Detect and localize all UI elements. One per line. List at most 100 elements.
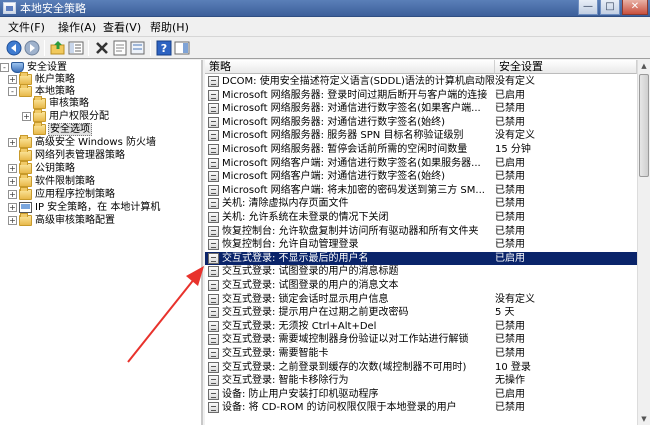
tree-item[interactable]: + 高级安全 Windows 防火墙 — [8, 135, 157, 149]
policy-row[interactable]: 交互式登录: 无须按 Ctrl+Alt+Del 已禁用 — [205, 320, 637, 334]
tree-item[interactable]: + 高级审核策略配置 — [8, 213, 116, 227]
policy-icon — [208, 293, 219, 305]
policy-row[interactable]: 交互式登录: 需要智能卡 已禁用 — [205, 347, 637, 361]
policy-icon — [208, 157, 219, 169]
policy-row[interactable]: 恢复控制台: 允许软盘复制并访问所有驱动器和所有文件夹 已禁用 — [205, 225, 637, 239]
policy-row[interactable]: Microsoft 网络客户端: 将未加密的密码发送到第三方 SM... 已禁用 — [205, 184, 637, 198]
policy-icon — [208, 144, 219, 155]
policy-row[interactable]: Microsoft 网络客户端: 对通信进行数字签名(如果服务器... 已启用 — [205, 157, 637, 171]
policy-row[interactable]: Microsoft 网络服务器: 对通信进行数字签名(如果客户端... 已禁用 — [205, 102, 637, 116]
policy-setting: 5 天 — [495, 307, 515, 319]
folder-icon — [19, 84, 32, 97]
policy-icon — [208, 280, 219, 291]
policy-row[interactable]: 交互式登录: 提示用户在过期之前更改密码 5 天 — [205, 306, 637, 320]
folder-icon — [33, 122, 46, 135]
show-tree-icon[interactable] — [68, 40, 84, 56]
policy-row[interactable]: Microsoft 网络服务器: 登录时间过期后断开与客户端的连接 已启用 — [205, 89, 637, 103]
policy-row[interactable]: 关机: 允许系统在未登录的情况下关闭 已禁用 — [205, 211, 637, 225]
policy-row[interactable]: 交互式登录: 需要域控制器身份验证以对工作站进行解锁 已禁用 — [205, 333, 637, 347]
export-list-icon[interactable] — [130, 40, 146, 56]
policy-icon — [208, 89, 219, 101]
policy-name: Microsoft 网络客户端: 对通信进行数字签名(如果服务器... — [222, 157, 481, 169]
policy-row[interactable]: Microsoft 网络服务器: 对通信进行数字签名(始终) 已禁用 — [205, 116, 637, 130]
policy-setting: 已启用 — [495, 252, 525, 264]
vertical-scrollbar[interactable]: ▲ ▼ — [637, 60, 650, 425]
policy-row[interactable]: 恢复控制台: 允许自动管理登录 已禁用 — [205, 238, 637, 252]
scroll-up-icon[interactable]: ▲ — [638, 60, 650, 72]
expand-icon[interactable]: + — [8, 190, 17, 199]
column-header-policy[interactable]: 策略 — [205, 60, 495, 74]
show-hide-pane-icon[interactable] — [174, 40, 190, 56]
menu-file[interactable]: 文件(F) — [8, 20, 45, 35]
policy-name: 交互式登录: 锁定会话时显示用户信息 — [222, 293, 389, 305]
policy-row[interactable]: 交互式登录: 试图登录的用户的消息标题 — [205, 265, 637, 279]
tree-item-label: 安全设置 — [27, 62, 67, 73]
scroll-down-icon[interactable]: ▼ — [638, 413, 650, 425]
folder-icon — [19, 213, 32, 226]
policy-icon — [208, 184, 219, 196]
menu-view[interactable]: 查看(V) — [103, 20, 141, 35]
tree-item[interactable]: 网络列表管理器策略 — [18, 148, 126, 162]
expand-icon[interactable]: + — [8, 203, 17, 212]
policy-icon — [208, 171, 219, 183]
minimize-button[interactable]: — — [578, 0, 598, 15]
policy-name: 设备: 将 CD-ROM 的访问权限仅限于本地登录的用户 — [222, 402, 457, 414]
toolbar: ? — [0, 37, 650, 59]
policy-row[interactable]: 交互式登录: 锁定会话时显示用户信息 没有定义 — [205, 293, 637, 307]
policy-row[interactable]: Microsoft 网络服务器: 服务器 SPN 目标名称验证级别 没有定义 — [205, 129, 637, 143]
up-folder-icon[interactable] — [50, 40, 66, 56]
policy-row[interactable]: 交互式登录: 智能卡移除行为 无操作 — [205, 374, 637, 388]
delete-icon[interactable] — [94, 40, 110, 56]
policy-row[interactable]: 设备: 将 CD-ROM 的访问权限仅限于本地登录的用户 已禁用 — [205, 401, 637, 415]
policy-icon — [208, 307, 219, 319]
folder-icon — [19, 161, 32, 174]
policy-icon — [208, 252, 219, 264]
tree-item[interactable]: + 软件限制策略 — [8, 174, 96, 188]
folder-icon — [33, 96, 46, 109]
policy-row[interactable]: Microsoft 网络服务器: 暂停会话前所需的空闲时间数量 15 分钟 — [205, 143, 637, 157]
tree-item[interactable]: + 应用程序控制策略 — [8, 187, 116, 201]
help-icon[interactable]: ? — [156, 40, 172, 56]
collapse-icon[interactable]: - — [8, 87, 17, 96]
policy-row[interactable]: 交互式登录: 试图登录的用户的消息文本 — [205, 279, 637, 293]
tree-item[interactable]: 安全选项 — [32, 122, 92, 136]
policy-row[interactable]: DCOM: 使用安全描述符定义语言(SDDL)语法的计算机启动限制 没有定义 — [205, 75, 637, 89]
close-button[interactable]: ✕ — [622, 0, 648, 15]
policy-icon — [208, 348, 219, 359]
policy-row[interactable]: 交互式登录: 不显示最后的用户名 已启用 — [205, 251, 637, 266]
menu-action[interactable]: 操作(A) — [58, 20, 96, 35]
expand-icon[interactable]: + — [8, 216, 17, 225]
tree-item-label: 网络列表管理器策略 — [35, 150, 125, 161]
console-tree: - 安全设置 + 帐户策略 - 本地策略 审核策略 + 用户权限分配 安全选项 + 高级安全 Wind… — [0, 60, 203, 425]
tree-item[interactable]: - 安全设置 — [0, 62, 68, 74]
folder-icon — [19, 187, 32, 200]
expand-icon[interactable]: + — [8, 75, 17, 84]
expand-icon[interactable]: + — [22, 112, 31, 121]
forward-icon[interactable] — [24, 40, 40, 56]
policy-row[interactable]: Microsoft 网络客户端: 对通信进行数字签名(始终) 已禁用 — [205, 170, 637, 184]
tree-item[interactable]: - 本地策略 — [8, 84, 76, 98]
policy-row[interactable]: 交互式登录: 之前登录到缓存的次数(域控制器不可用时) 10 登录 — [205, 361, 637, 375]
column-header-setting[interactable]: 安全设置 — [495, 60, 637, 74]
policy-icon — [208, 375, 219, 387]
expand-icon[interactable]: + — [8, 177, 17, 186]
policy-name: 交互式登录: 需要智能卡 — [222, 348, 329, 359]
tree-item[interactable]: + IP 安全策略，在 本地计算机 — [8, 202, 161, 214]
menu-help[interactable]: 帮助(H) — [150, 20, 189, 35]
policy-icon — [208, 334, 219, 346]
policy-setting: 已禁用 — [495, 402, 525, 414]
policy-setting: 15 分钟 — [495, 144, 531, 155]
scroll-thumb[interactable] — [639, 74, 649, 177]
menu-bar: 文件(F) 操作(A) 查看(V) 帮助(H) — [0, 18, 650, 37]
policy-name: 关机: 允许系统在未登录的情况下关闭 — [222, 212, 389, 223]
policy-row[interactable]: 设备: 防止用户安装打印机驱动程序 已启用 — [205, 388, 637, 402]
policy-row[interactable]: 关机: 清除虚拟内存页面文件 已禁用 — [205, 197, 637, 211]
tree-item[interactable]: + 用户权限分配 — [22, 109, 110, 123]
properties-icon[interactable] — [112, 40, 128, 56]
back-icon[interactable] — [6, 40, 22, 56]
expand-icon[interactable]: + — [8, 164, 17, 173]
maximize-button[interactable]: □ — [600, 0, 620, 15]
expand-icon[interactable]: + — [8, 138, 17, 147]
policy-name: Microsoft 网络服务器: 对通信进行数字签名(始终) — [222, 116, 446, 128]
collapse-icon[interactable]: - — [0, 63, 9, 72]
